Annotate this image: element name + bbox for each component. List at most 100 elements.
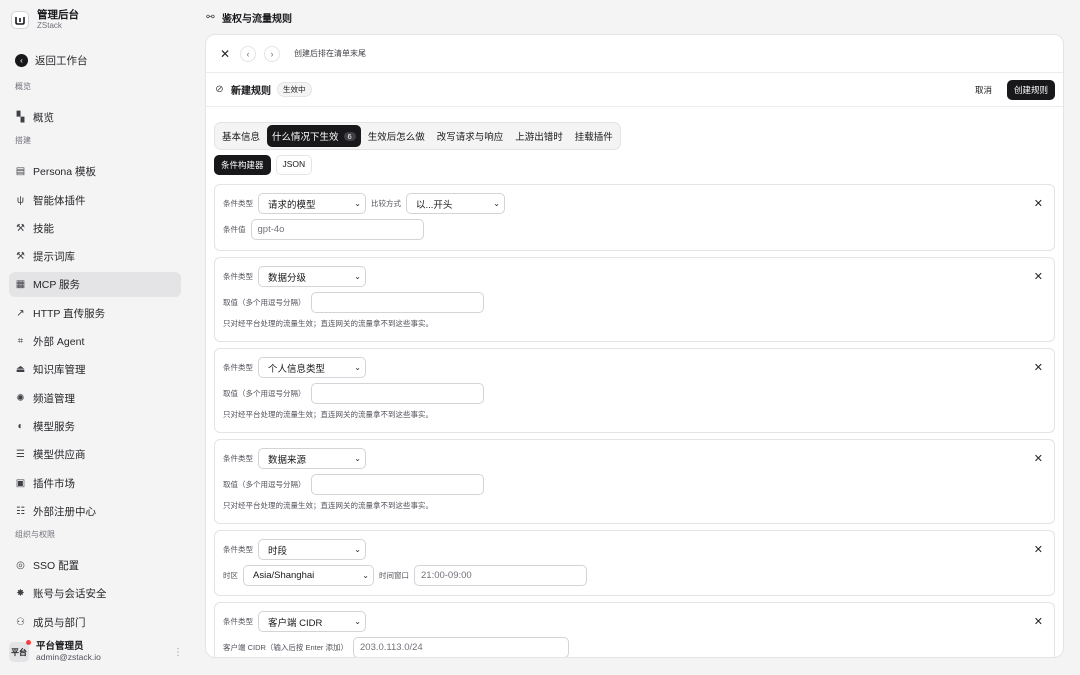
condition-type-select[interactable]: 请求的模型 ⌄	[258, 193, 366, 214]
condition-type-select[interactable]: 时段 ⌄	[258, 539, 366, 560]
chevron-down-icon: ⌄	[354, 617, 361, 626]
field-label: 条件类型	[223, 454, 253, 463]
chevron-down-icon: ⌄	[354, 199, 361, 208]
remove-condition-icon[interactable]: ✕	[1034, 615, 1043, 628]
values-input[interactable]	[310, 383, 484, 404]
plug-icon: ψ	[16, 194, 25, 206]
app-logo-icon	[11, 11, 29, 29]
sidebar-item-sso[interactable]: ◎ SSO 配置	[9, 553, 181, 578]
tab-rewrite[interactable]: 改写请求与响应	[432, 125, 509, 147]
brand-title: 管理后台	[37, 9, 79, 21]
sidebar-item-channels[interactable]: ✺ 频道管理	[9, 386, 181, 411]
helper-note: 只对经平台处理的流量生效；直连网关的流量拿不到这些事实。	[223, 410, 433, 419]
tab-upstream-error[interactable]: 上游出错时	[510, 125, 568, 147]
nav-label: 插件市场	[33, 477, 75, 490]
avatar-text: 平台	[11, 647, 27, 657]
field-label: 条件类型	[223, 199, 253, 208]
sidebar-item-marketplace[interactable]: ▣ 插件市场	[9, 471, 181, 496]
sidebar-item-overview[interactable]: ▚ 概览	[9, 105, 181, 130]
user-menu[interactable]: 平台 平台管理员 admin@zstack.io ⋮	[9, 640, 183, 663]
field-label: 条件类型	[223, 272, 253, 281]
tab-plugins[interactable]: 挂载插件	[570, 125, 618, 147]
nav-label: 外部注册中心	[33, 505, 96, 518]
condition-card: 条件类型 客户端 CIDR ⌄ 客户端 CIDR（输入后按 Enter 添加） 2…	[214, 602, 1055, 657]
users-icon: ⚇	[16, 616, 25, 628]
chevron-left-icon[interactable]: ‹	[240, 45, 256, 62]
brand[interactable]: 管理后台 ZStack	[9, 6, 181, 34]
nav-label: 模型服务	[33, 420, 75, 433]
back-arrow-icon: ‹	[15, 54, 28, 67]
model-icon: ◐	[17, 420, 24, 432]
condition-list: 条件类型 请求的模型 ⌄ 比较方式 以...开头 ⌄ 条件值 gpt-4o ✕ 条件…	[206, 184, 1063, 657]
sidebar-item-providers[interactable]: ☰ 模型供应商	[9, 442, 181, 467]
provider-icon: ☰	[16, 449, 25, 461]
rule-header: ⊘ 新建规则 生效中 取消 创建规则	[206, 73, 1063, 107]
channel-icon: ✺	[16, 392, 25, 404]
shield-icon: ✸	[16, 588, 25, 600]
condition-type-select[interactable]: 客户端 CIDR ⌄	[258, 611, 366, 632]
create-rule-button[interactable]: 创建规则	[1006, 79, 1055, 100]
tab-json[interactable]: JSON	[275, 155, 313, 175]
sidebar-item-skills[interactable]: ⚒ 技能	[9, 216, 181, 241]
remove-condition-icon[interactable]: ✕	[1034, 197, 1043, 210]
panel-toolbar: ✕ ‹ › 创建后排在清单末尾	[206, 35, 1063, 73]
chevron-down-icon: ⌄	[354, 363, 361, 372]
nav-label: 概览	[33, 112, 54, 124]
values-input[interactable]	[310, 292, 484, 313]
close-icon[interactable]: ✕	[218, 47, 232, 61]
agent-icon: ⌗	[17, 336, 24, 348]
condition-value-input[interactable]: gpt-4o	[250, 219, 424, 240]
sidebar-item-members[interactable]: ⚇ 成员与部门	[9, 610, 181, 635]
wrench-icon: ⚒	[16, 222, 25, 234]
cidr-input[interactable]: 203.0.113.0/24	[353, 637, 570, 657]
sidebar-item-registry[interactable]: ☷ 外部注册中心	[9, 499, 181, 524]
chevron-right-icon[interactable]: ›	[264, 45, 280, 62]
rule-tabs: 基本信息 什么情况下生效 6 生效后怎么做 改写请求与响应 上游出错时 挂载插件	[214, 122, 621, 150]
sidebar-item-knowledge[interactable]: ⏏ 知识库管理	[9, 357, 181, 382]
sidebar-item-http[interactable]: ↗ HTTP 直传服务	[9, 301, 181, 326]
tab-actions[interactable]: 生效后怎么做	[363, 125, 430, 147]
server-icon: ▦	[15, 279, 26, 291]
select-value: 数据分级	[268, 272, 307, 284]
select-value: 以...开头	[416, 199, 453, 211]
sidebar-item-security[interactable]: ✸ 账号与会话安全	[9, 581, 181, 606]
sidebar-item-models[interactable]: ◐ 模型服务	[9, 414, 181, 439]
chevron-down-icon: ⌄	[354, 454, 361, 463]
select-value: 时段	[268, 545, 288, 557]
section-org: 组织与权限	[15, 530, 55, 540]
section-build: 搭建	[15, 136, 31, 146]
more-vertical-icon[interactable]: ⋮	[173, 647, 183, 658]
values-input[interactable]	[310, 474, 484, 495]
sidebar-item-external-agent[interactable]: ⌗ 外部 Agent	[9, 329, 181, 354]
external-link-icon: ↗	[16, 307, 25, 319]
sidebar-item-mcp[interactable]: ▦ MCP 服务	[9, 272, 181, 298]
tab-conditions[interactable]: 什么情况下生效 6	[267, 125, 361, 147]
condition-type-select[interactable]: 数据来源 ⌄	[258, 448, 366, 469]
tab-basic[interactable]: 基本信息	[217, 125, 265, 147]
nav-label: 外部 Agent	[33, 336, 85, 349]
status-badge: 生效中	[277, 82, 312, 97]
remove-condition-icon[interactable]: ✕	[1034, 543, 1043, 556]
timezone-select[interactable]: Asia/Shanghai ⌄	[243, 565, 374, 586]
condition-card: 条件类型 数据来源 ⌄ 取值（多个用逗号分隔） 只对经平台处理的流量生效；直连网关…	[214, 439, 1055, 524]
remove-condition-icon[interactable]: ✕	[1034, 361, 1043, 374]
library-icon: ⏏	[15, 364, 26, 376]
sidebar-item-persona[interactable]: ▤ Persona 模板	[9, 159, 181, 184]
condition-card: 条件类型 请求的模型 ⌄ 比较方式 以...开头 ⌄ 条件值 gpt-4o ✕	[214, 184, 1055, 251]
compare-select[interactable]: 以...开头 ⌄	[406, 193, 505, 214]
sidebar-item-prompts[interactable]: ⚒ 提示词库	[9, 244, 181, 269]
time-window-input[interactable]: 21:00-09:00	[414, 565, 587, 586]
back-to-workbench[interactable]: ‹ 返回工作台	[9, 48, 181, 73]
remove-condition-icon[interactable]: ✕	[1034, 452, 1043, 465]
select-value: 个人信息类型	[268, 363, 326, 375]
condition-type-select[interactable]: 数据分级 ⌄	[258, 266, 366, 287]
sidebar-item-agent-plugins[interactable]: ψ 智能体插件	[9, 188, 181, 213]
cancel-button[interactable]: 取消	[969, 80, 998, 100]
remove-condition-icon[interactable]: ✕	[1034, 270, 1043, 283]
chevron-down-icon: ⌄	[362, 571, 369, 580]
wrench-icon: ⚒	[16, 251, 25, 263]
tab-condition-builder[interactable]: 条件构建器	[214, 155, 271, 175]
condition-type-select[interactable]: 个人信息类型 ⌄	[258, 357, 366, 378]
chevron-down-icon: ⌄	[354, 545, 361, 554]
page-header: ⚯ 鉴权与流量规则	[205, 0, 1064, 34]
